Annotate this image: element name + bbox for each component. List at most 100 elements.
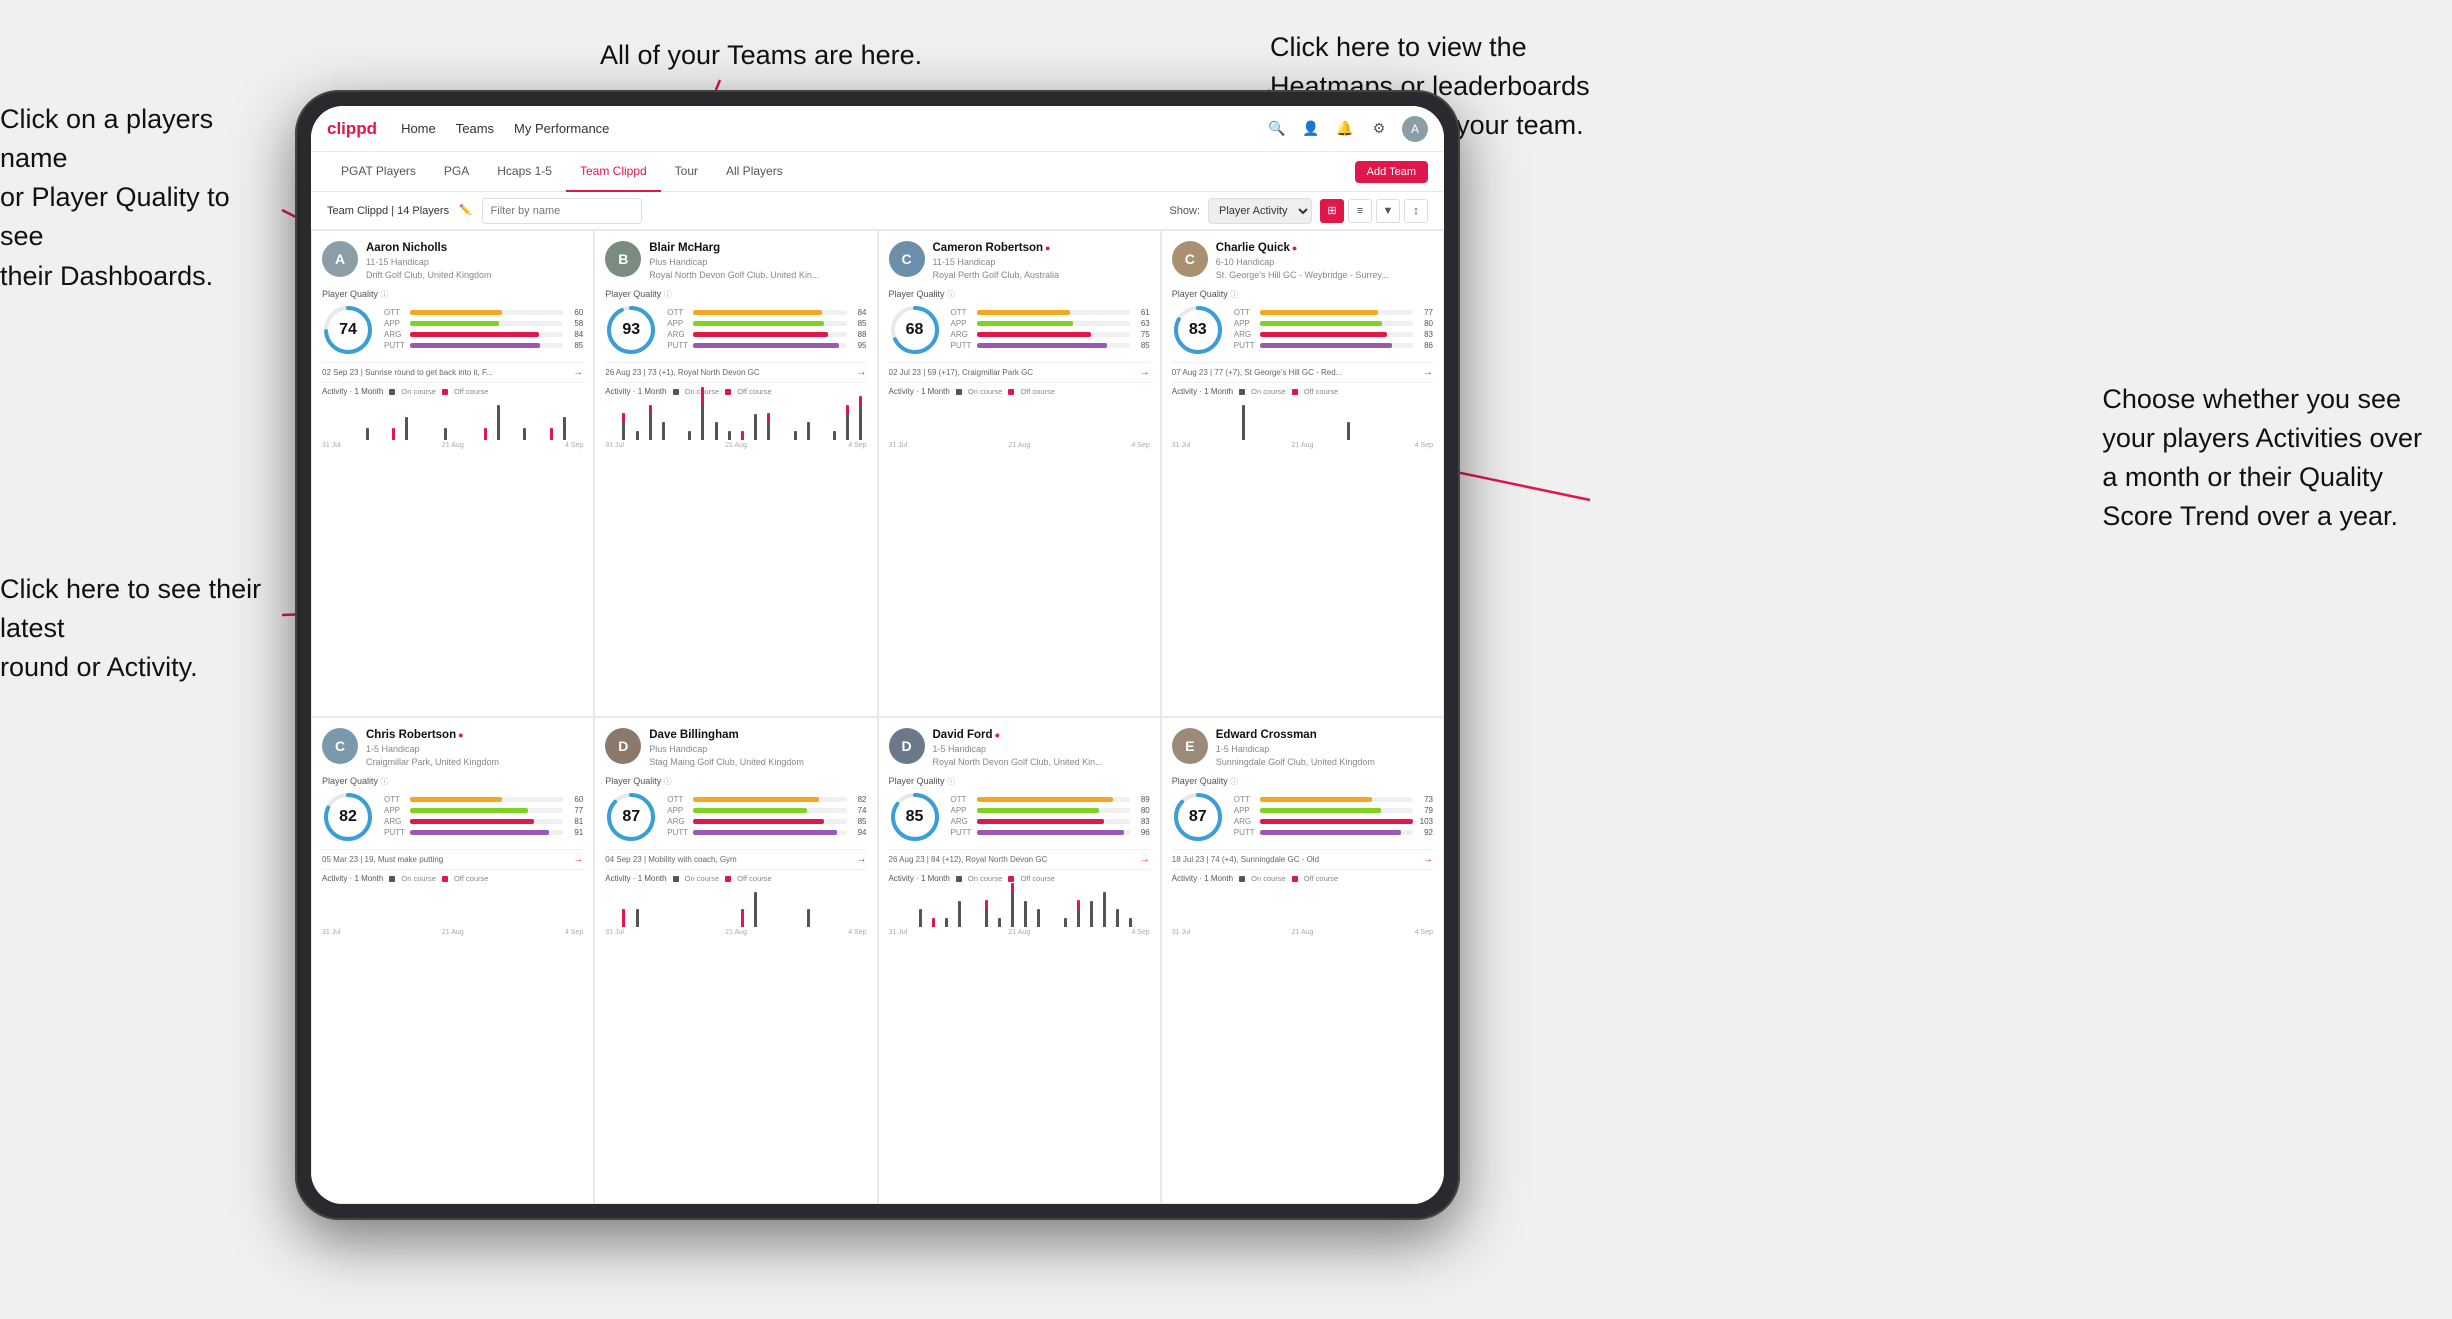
- player-card[interactable]: C Chris Robertson● 1-5 Handicap Craigmil…: [311, 717, 594, 1204]
- round-text: 05 Mar 23 | 19, Must make putting: [322, 855, 573, 864]
- off-course-label: Off course: [1304, 387, 1338, 396]
- tab-team-clippd[interactable]: Team Clippd: [566, 152, 661, 192]
- edit-icon[interactable]: ✏️: [459, 205, 471, 216]
- latest-round[interactable]: 02 Jul 23 | 59 (+17), Craigmillar Park G…: [889, 362, 1150, 378]
- player-quality-score[interactable]: 87: [605, 791, 657, 843]
- player-quality-score[interactable]: 87: [1172, 791, 1224, 843]
- on-course-label: On course: [1251, 387, 1286, 396]
- nav-right: 🔍 👤 🔔 ⚙ A: [1266, 116, 1428, 142]
- date-start: 31 Jul: [605, 929, 624, 936]
- date-end: 4 Sep: [848, 442, 866, 449]
- date-end: 4 Sep: [565, 929, 583, 936]
- player-info: Aaron Nicholls 11-15 Handicap Drift Golf…: [366, 241, 583, 281]
- player-name[interactable]: Dave Billingham: [649, 728, 866, 743]
- off-course-dot: [725, 876, 731, 882]
- ott-row: OTT 61: [951, 308, 1150, 317]
- round-arrow-icon: →: [573, 854, 583, 865]
- ott-bar-container: [410, 310, 563, 315]
- app-value: 63: [1134, 319, 1150, 328]
- player-card[interactable]: A Aaron Nicholls 11-15 Handicap Drift Go…: [311, 230, 594, 717]
- putt-value: 94: [851, 828, 867, 837]
- chart-dates: 31 Jul 21 Aug 4 Sep: [322, 929, 583, 936]
- nav-home[interactable]: Home: [401, 121, 436, 136]
- player-quality-score[interactable]: 85: [889, 791, 941, 843]
- view-icons: ⊞ ≡ ▼ ↕: [1320, 199, 1428, 223]
- activity-section: Activity · 1 Month On course Off course …: [322, 869, 583, 936]
- chart-dates: 31 Jul 21 Aug 4 Sep: [889, 929, 1150, 936]
- tab-pgat-players[interactable]: PGAT Players: [327, 152, 430, 192]
- grid-view-icon[interactable]: ⊞: [1320, 199, 1344, 223]
- ott-value: 84: [851, 308, 867, 317]
- latest-round[interactable]: 26 Aug 23 | 84 (+12), Royal North Devon …: [889, 849, 1150, 865]
- player-card[interactable]: B Blair McHarg Plus Handicap Royal North…: [594, 230, 877, 717]
- player-name[interactable]: Chris Robertson●: [366, 728, 583, 743]
- search-icon[interactable]: 🔍: [1266, 118, 1288, 140]
- arg-value: 85: [851, 817, 867, 826]
- putt-bar-container: [410, 830, 563, 835]
- show-select[interactable]: Player Activity: [1208, 198, 1312, 224]
- date-mid: 21 Aug: [442, 442, 464, 449]
- player-name[interactable]: Edward Crossman: [1216, 728, 1433, 743]
- table-view-icon[interactable]: ≡: [1348, 199, 1372, 223]
- avatar-icon[interactable]: A: [1402, 116, 1428, 142]
- arg-label: ARG: [667, 330, 689, 339]
- player-name[interactable]: Cameron Robertson●: [933, 241, 1150, 256]
- round-arrow-icon: →: [857, 854, 867, 865]
- tab-all-players[interactable]: All Players: [712, 152, 797, 192]
- player-card[interactable]: D David Ford● 1-5 Handicap Royal North D…: [878, 717, 1161, 1204]
- player-name[interactable]: David Ford●: [933, 728, 1150, 743]
- bell-icon[interactable]: 🔔: [1334, 118, 1356, 140]
- tab-hcaps[interactable]: Hcaps 1-5: [483, 152, 566, 192]
- nav-teams[interactable]: Teams: [456, 121, 494, 136]
- player-card[interactable]: E Edward Crossman 1-5 Handicap Sunningda…: [1161, 717, 1444, 1204]
- add-team-button[interactable]: Add Team: [1355, 161, 1428, 183]
- player-card[interactable]: C Cameron Robertson● 11-15 Handicap Roya…: [878, 230, 1161, 717]
- tab-pga[interactable]: PGA: [430, 152, 483, 192]
- nav-my-performance[interactable]: My Performance: [514, 121, 609, 136]
- player-info: Charlie Quick● 6-10 Handicap St. George'…: [1216, 241, 1433, 281]
- latest-round[interactable]: 26 Aug 23 | 73 (+1), Royal North Devon G…: [605, 362, 866, 378]
- activity-section: Activity · 1 Month On course Off course …: [1172, 869, 1433, 936]
- arg-bar-container: [693, 332, 846, 337]
- latest-round[interactable]: 02 Sep 23 | Sunrise round to get back in…: [322, 362, 583, 378]
- player-avatar: C: [322, 728, 358, 764]
- latest-round[interactable]: 18 Jul 23 | 74 (+4), Sunningdale GC - Ol…: [1172, 849, 1433, 865]
- quality-section: 74 OTT 60 APP 58 ARG: [322, 304, 583, 356]
- off-course-label: Off course: [454, 874, 488, 883]
- player-search-input[interactable]: [482, 198, 642, 224]
- player-quality-score[interactable]: 68: [889, 304, 941, 356]
- player-handicap: Plus Handicap: [649, 256, 866, 269]
- app-label: APP: [951, 319, 973, 328]
- latest-round[interactable]: 05 Mar 23 | 19, Must make putting →: [322, 849, 583, 865]
- date-end: 4 Sep: [565, 442, 583, 449]
- off-course-dot: [442, 389, 448, 395]
- sort-icon[interactable]: ↕: [1404, 199, 1428, 223]
- player-header: A Aaron Nicholls 11-15 Handicap Drift Go…: [322, 241, 583, 281]
- player-card[interactable]: D Dave Billingham Plus Handicap Stag Mai…: [594, 717, 877, 1204]
- stats-bars: OTT 89 APP 80 ARG: [951, 795, 1150, 839]
- stats-bars: OTT 73 APP 79 ARG: [1234, 795, 1433, 839]
- stats-bars: OTT 60 APP 77 ARG: [384, 795, 583, 839]
- players-grid: A Aaron Nicholls 11-15 Handicap Drift Go…: [311, 230, 1444, 1204]
- tab-tour[interactable]: Tour: [661, 152, 712, 192]
- quality-value: 85: [906, 808, 924, 826]
- player-name[interactable]: Blair McHarg: [649, 241, 866, 256]
- player-quality-score[interactable]: 74: [322, 304, 374, 356]
- latest-round[interactable]: 07 Aug 23 | 77 (+7), St George's Hill GC…: [1172, 362, 1433, 378]
- player-name[interactable]: Aaron Nicholls: [366, 241, 583, 256]
- putt-row: PUTT 95: [667, 341, 866, 350]
- player-name[interactable]: Charlie Quick●: [1216, 241, 1433, 256]
- player-quality-score[interactable]: 93: [605, 304, 657, 356]
- off-course-dot: [725, 389, 731, 395]
- player-quality-score[interactable]: 82: [322, 791, 374, 843]
- settings-icon[interactable]: ⚙: [1368, 118, 1390, 140]
- person-icon[interactable]: 👤: [1300, 118, 1322, 140]
- latest-round[interactable]: 04 Sep 23 | Mobility with coach, Gym →: [605, 849, 866, 865]
- player-card[interactable]: C Charlie Quick● 6-10 Handicap St. Georg…: [1161, 230, 1444, 717]
- activity-section: Activity · 1 Month On course Off course: [605, 869, 866, 936]
- player-quality-score[interactable]: 83: [1172, 304, 1224, 356]
- filter-icon[interactable]: ▼: [1376, 199, 1400, 223]
- putt-bar: [1260, 830, 1401, 835]
- ott-bar-container: [1260, 797, 1413, 802]
- on-course-label: On course: [401, 874, 436, 883]
